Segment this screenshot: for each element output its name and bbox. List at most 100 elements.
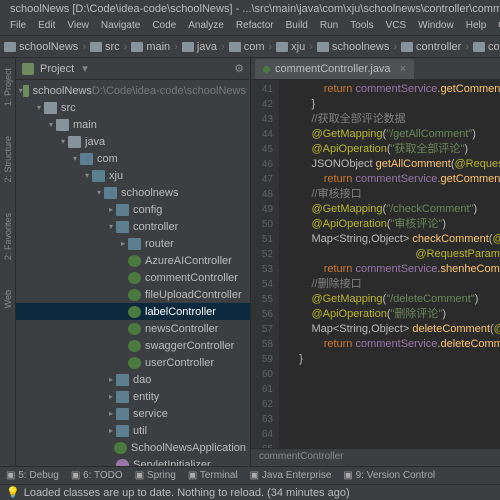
chevron-down-icon[interactable]: ▾ [58, 137, 68, 146]
chevron-right-icon[interactable]: ▸ [118, 239, 128, 248]
chevron-down-icon[interactable]: ▾ [106, 222, 116, 231]
breadcrumb-segment[interactable]: main [131, 41, 170, 53]
menu-refactor[interactable]: Refactor [230, 18, 280, 35]
chevron-right-icon[interactable]: ▸ [106, 409, 116, 418]
chevron-right-icon: › [268, 41, 272, 53]
bottom-javaenterprise[interactable]: ▣ Java Enterprise [250, 470, 332, 481]
bottom-spring[interactable]: ▣ Spring [135, 470, 176, 481]
tree-node-dao[interactable]: ▸dao [16, 371, 250, 388]
tree-node-src[interactable]: ▾src [16, 99, 250, 116]
tree-node-com[interactable]: ▾com [16, 150, 250, 167]
pkg-icon [116, 425, 129, 437]
folder-icon [473, 42, 485, 52]
tree-node-servletinitializer[interactable]: ServletInitializer [16, 456, 250, 466]
close-icon[interactable]: × [400, 63, 406, 75]
chevron-right-icon[interactable]: ▸ [106, 375, 116, 384]
bottom-versioncontrol[interactable]: ▣ 9: Version Control [343, 470, 435, 481]
tree-node-azureaicontroller[interactable]: AzureAIController [16, 252, 250, 269]
chevron-down-icon[interactable]: ▾ [82, 62, 88, 75]
tree-node-commentcontroller[interactable]: commentController [16, 269, 250, 286]
project-icon [22, 63, 34, 75]
pkg-icon [116, 204, 129, 216]
menu-window[interactable]: Window [412, 18, 460, 35]
chevron-right-icon[interactable]: ▸ [106, 426, 116, 435]
tree-node-main[interactable]: ▾main [16, 116, 250, 133]
tree-node-entity[interactable]: ▸entity [16, 388, 250, 405]
menu-run[interactable]: Run [314, 18, 344, 35]
cls-icon [114, 442, 127, 454]
menu-bar: FileEditViewNavigateCodeAnalyzeRefactorB… [0, 18, 500, 36]
chevron-right-icon: › [221, 41, 225, 53]
project-tree[interactable]: ▾schoolNews D:\Code\idea-code\schoolNews… [16, 80, 250, 466]
tree-node-config[interactable]: ▸config [16, 201, 250, 218]
chevron-right-icon: › [309, 41, 313, 53]
sidebar-settings-icon[interactable]: ⚙ [234, 62, 244, 75]
breadcrumb-segment[interactable]: src [90, 41, 120, 53]
rail-structure[interactable]: 2: Structure [3, 136, 13, 183]
cls-icon [128, 357, 141, 369]
folder-icon [401, 42, 413, 52]
title-bar: schoolNews [D:\Code\idea-code\schoolNews… [0, 0, 500, 18]
chevron-down-icon[interactable]: ▾ [34, 103, 44, 112]
editor-tab[interactable]: commentController.java × [255, 59, 414, 79]
cls-icon [128, 323, 141, 335]
tree-node-swaggercontroller[interactable]: swaggerController [16, 337, 250, 354]
tree-node-service[interactable]: ▸service [16, 405, 250, 422]
editor-breadcrumb[interactable]: commentController [251, 448, 500, 466]
bulb-icon: 💡 [6, 486, 20, 499]
chevron-down-icon[interactable]: ▾ [70, 154, 80, 163]
chevron-right-icon: › [82, 41, 86, 53]
menu-vcs[interactable]: VCS [380, 18, 413, 35]
window-title: schoolNews [D:\Code\idea-code\schoolNews… [10, 3, 500, 15]
menu-edit[interactable]: Edit [32, 18, 61, 35]
tree-node-fileuploadcontroller[interactable]: fileUploadController [16, 286, 250, 303]
bottom-todo[interactable]: ▣ 6: TODO [71, 470, 123, 481]
menu-navigate[interactable]: Navigate [95, 18, 146, 35]
chevron-right-icon[interactable]: ▸ [106, 392, 116, 401]
breadcrumb-segment[interactable]: commentController [473, 41, 500, 53]
tree-node-newscontroller[interactable]: newsController [16, 320, 250, 337]
bottom-debug[interactable]: ▣ 5: Debug [6, 470, 59, 481]
tree-node-xju[interactable]: ▾xju [16, 167, 250, 184]
breadcrumb-segment[interactable]: com [229, 41, 265, 53]
tree-node-java[interactable]: ▾java [16, 133, 250, 150]
cls-icon [128, 306, 141, 318]
breadcrumb-segment[interactable]: xju [276, 41, 305, 53]
rail-favorites[interactable]: 2: Favorites [3, 213, 13, 260]
menu-other[interactable]: Other [492, 18, 500, 35]
menu-build[interactable]: Build [280, 18, 314, 35]
tree-node-util[interactable]: ▸util [16, 422, 250, 439]
folder-icon [56, 119, 69, 131]
menu-file[interactable]: File [4, 18, 32, 35]
chevron-down-icon[interactable]: ▾ [82, 171, 92, 180]
chevron-right-icon[interactable]: ▸ [106, 205, 116, 214]
tree-node-usercontroller[interactable]: userController [16, 354, 250, 371]
breadcrumb-segment[interactable]: schoolnews [317, 41, 389, 53]
rail-project[interactable]: 1: Project [3, 68, 13, 106]
menu-tools[interactable]: Tools [344, 18, 379, 35]
tree-node-router[interactable]: ▸router [16, 235, 250, 252]
chevron-right-icon: › [393, 41, 397, 53]
menu-view[interactable]: View [61, 18, 95, 35]
folder-icon [317, 42, 329, 52]
chevron-down-icon[interactable]: ▾ [46, 120, 56, 129]
breadcrumb-segment[interactable]: controller [401, 41, 461, 53]
tree-node-schoolnews[interactable]: ▾schoolnews [16, 184, 250, 201]
tree-node-schoolnews[interactable]: ▾schoolNews D:\Code\idea-code\schoolNews [16, 82, 250, 99]
chevron-down-icon[interactable]: ▾ [94, 188, 104, 197]
cfg-icon [116, 459, 129, 467]
breadcrumb-bar: schoolNews›src›main›java›com›xju›schooln… [0, 36, 500, 58]
code-content[interactable]: return commentService.getComment(newsID)… [279, 80, 500, 448]
cls-icon [128, 289, 141, 301]
bottom-terminal[interactable]: ▣ Terminal [188, 470, 238, 481]
menu-code[interactable]: Code [146, 18, 182, 35]
breadcrumb-segment[interactable]: java [182, 41, 217, 53]
menu-analyze[interactable]: Analyze [182, 18, 230, 35]
tree-node-labelcontroller[interactable]: labelController [16, 303, 250, 320]
breadcrumb-segment[interactable]: schoolNews [4, 41, 78, 53]
tree-node-schoolnewsapplication[interactable]: SchoolNewsApplication [16, 439, 250, 456]
mod-icon [23, 85, 29, 97]
tree-node-controller[interactable]: ▾controller [16, 218, 250, 235]
menu-help[interactable]: Help [460, 18, 493, 35]
rail-web[interactable]: Web [3, 290, 13, 308]
